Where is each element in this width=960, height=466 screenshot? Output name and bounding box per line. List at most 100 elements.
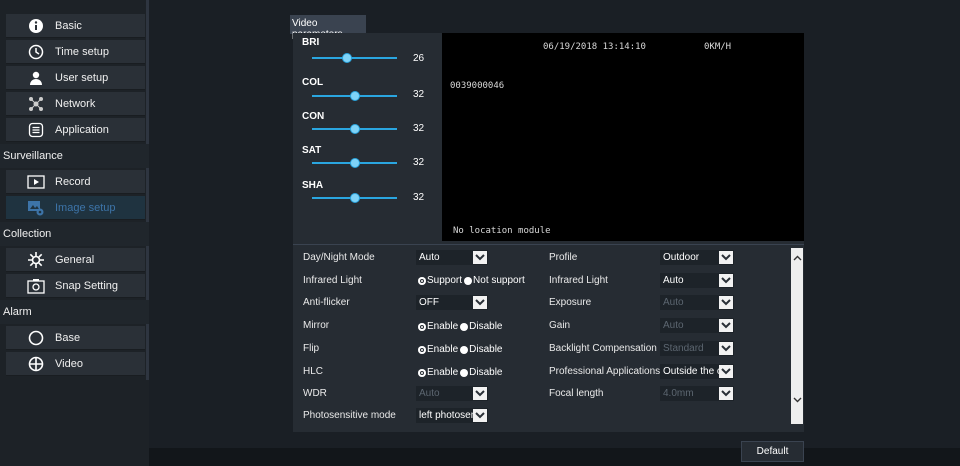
user-icon: [26, 69, 46, 87]
chevron-down-icon: [473, 296, 487, 309]
chevron-down-icon: [719, 251, 733, 264]
radio-enable[interactable]: [418, 368, 426, 377]
video-icon: [26, 355, 46, 373]
section-surveillance: Surveillance: [0, 144, 149, 168]
exposure-label: Exposure: [549, 297, 592, 308]
slider-label-sha: SHA: [302, 180, 324, 191]
sidebar-item-video[interactable]: Video: [6, 352, 145, 376]
professional-applications-label: Professional Applications: [549, 366, 661, 377]
photosensitive-mode-label: Photosensitive mode: [303, 410, 396, 421]
sidebar-item-application[interactable]: Application: [6, 118, 145, 142]
backlight-compensation-select[interactable]: Standard: [660, 341, 734, 356]
sidebar-item-label: Snap Setting: [55, 279, 118, 292]
slider-knob-bri[interactable]: [341, 53, 352, 63]
circle-icon: [26, 329, 46, 347]
clock-icon: [26, 43, 46, 61]
sidebar-item-label: Base: [55, 331, 81, 344]
sidebar-item-label: General: [55, 253, 95, 266]
slider-value-bri: 26: [413, 53, 425, 64]
sidebar-item-base[interactable]: Base: [6, 326, 145, 350]
sidebar-item-label: User setup: [55, 71, 109, 84]
exposure-select[interactable]: Auto: [660, 295, 734, 310]
sidebar-item-basic[interactable]: Basic: [6, 14, 145, 38]
radio-enable[interactable]: [418, 345, 426, 354]
default-button[interactable]: Default: [741, 441, 804, 462]
chevron-down-icon: [719, 387, 733, 400]
video-device-id: 0039000046: [450, 81, 505, 91]
sidebar-item-image-setup[interactable]: Image setup: [6, 196, 145, 220]
video-datetime: 06/19/2018 13:14:10: [543, 42, 646, 52]
footer-bar: [149, 448, 960, 466]
wdr-label: WDR: [303, 388, 327, 399]
video-location: No location module: [453, 226, 551, 236]
infrared-light-select[interactable]: Auto: [660, 273, 734, 288]
radio-disable[interactable]: [460, 322, 469, 331]
chevron-down-icon: [473, 387, 487, 400]
sidebar-item-user-setup[interactable]: User setup: [6, 66, 145, 90]
photosensitive-mode-select[interactable]: left photosen: [416, 408, 488, 423]
scroll-down-icon[interactable]: [791, 394, 803, 406]
slider-value-con: 32: [413, 123, 425, 134]
section-collection: Collection: [0, 222, 149, 246]
radio-not-support[interactable]: [464, 276, 473, 285]
profile-select[interactable]: Outdoor: [660, 250, 734, 265]
tab-video-parameters[interactable]: Video parameters: [290, 15, 366, 40]
slider-knob-sha[interactable]: [349, 193, 360, 203]
slider-label-col: COL: [302, 77, 324, 88]
slider-bri[interactable]: [312, 57, 397, 59]
network-icon: [26, 95, 46, 113]
sidebar-item-general[interactable]: General: [6, 248, 145, 272]
hlc-label: HLC: [303, 366, 324, 377]
chevron-down-icon: [473, 251, 487, 264]
chevron-down-icon: [719, 274, 733, 287]
professional-applications-select[interactable]: Outside the c: [660, 364, 734, 379]
focal-length-select[interactable]: 4.0mm: [660, 386, 734, 401]
slider-value-col: 32: [413, 89, 425, 100]
slider-knob-con[interactable]: [349, 124, 360, 134]
settings-scrollbar[interactable]: [791, 248, 803, 424]
mirror-radio-group[interactable]: Enable Disable: [418, 321, 503, 332]
application-icon: [26, 121, 46, 139]
slider-value-sha: 32: [413, 192, 425, 203]
sidebar-item-record[interactable]: Record: [6, 170, 145, 194]
hlc-radio-group[interactable]: Enable Disable: [418, 367, 503, 378]
radio-disable[interactable]: [460, 368, 469, 377]
slider-knob-sat[interactable]: [349, 158, 360, 168]
backlight-compensation-label: Backlight Compensation: [549, 343, 657, 354]
gain-select[interactable]: Auto: [660, 318, 734, 333]
mirror-label: Mirror: [303, 320, 330, 331]
gear-icon: [26, 251, 46, 269]
slider-label-bri: BRI: [302, 37, 320, 48]
flip-label: Flip: [303, 343, 320, 354]
slider-value-sat: 32: [413, 157, 425, 168]
chevron-down-icon: [719, 319, 733, 332]
slider-label-sat: SAT: [302, 145, 322, 156]
focal-length-label: Focal length: [549, 388, 604, 399]
sidebar-item-time-setup[interactable]: Time setup: [6, 40, 145, 64]
slider-knob-col[interactable]: [349, 91, 360, 101]
sidebar-item-snap-setting[interactable]: Snap Setting: [6, 274, 145, 298]
sidebar-item-network[interactable]: Network: [6, 92, 145, 116]
profile-label: Profile: [549, 252, 578, 263]
record-icon: [26, 173, 46, 191]
image-setup-icon: [26, 199, 46, 217]
chevron-down-icon: [719, 342, 733, 355]
day-night-mode-select[interactable]: Auto: [416, 250, 488, 265]
sidebar: Basic Time setup User setup Network Appl…: [0, 0, 149, 466]
scroll-up-icon[interactable]: [791, 252, 803, 264]
sidebar-item-label: Time setup: [55, 45, 110, 58]
sidebar-item-label: Record: [55, 175, 91, 188]
day-night-mode-label: Day/Night Mode: [303, 252, 375, 263]
slider-label-con: CON: [302, 111, 325, 122]
wdr-select[interactable]: Auto: [416, 386, 488, 401]
infrared-light-radio-group[interactable]: Support Not support: [418, 275, 525, 286]
radio-enable[interactable]: [418, 322, 426, 331]
infrared-light-label: Infrared Light: [303, 275, 362, 286]
gain-label: Gain: [549, 320, 571, 331]
sidebar-item-label: Image setup: [55, 201, 116, 214]
radio-support[interactable]: [418, 276, 426, 285]
info-icon: [26, 17, 46, 35]
flip-radio-group[interactable]: Enable Disable: [418, 344, 503, 355]
radio-disable[interactable]: [460, 345, 469, 354]
anti-flicker-select[interactable]: OFF: [416, 295, 488, 310]
